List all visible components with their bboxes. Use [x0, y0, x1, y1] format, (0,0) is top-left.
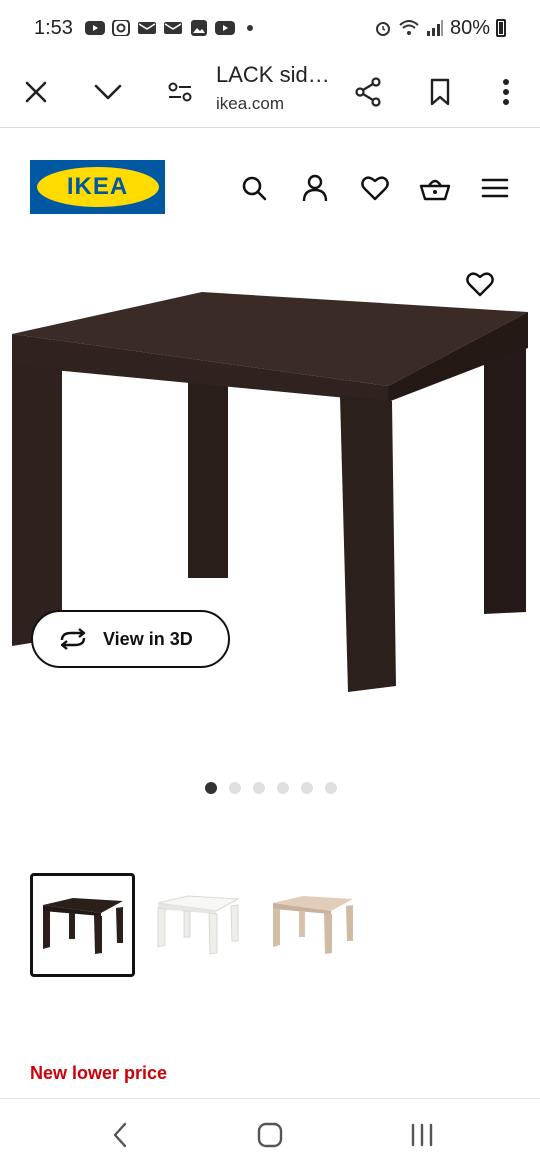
bookmark-icon [430, 78, 450, 106]
back-button[interactable] [100, 1119, 140, 1151]
logo-text: IKEA [66, 173, 129, 200]
variant-white-stained-oak[interactable] [260, 873, 365, 977]
home-icon [257, 1122, 283, 1148]
heart-icon [361, 176, 389, 201]
favourites-button[interactable] [357, 170, 393, 206]
recents-icon [411, 1123, 433, 1147]
view-in-3d-button[interactable]: View in 3D [31, 610, 230, 668]
basket-icon [419, 179, 451, 201]
price-label: New lower price [30, 1063, 168, 1083]
heart-icon [466, 272, 494, 297]
share-button[interactable] [346, 70, 390, 114]
search-icon [242, 176, 267, 201]
more-notifications-icon [246, 25, 253, 31]
search-button[interactable] [236, 170, 272, 206]
signal-icon [426, 20, 443, 36]
status-time: 1:53 [34, 16, 73, 39]
status-bar: 1:53 80% [0, 0, 540, 56]
carousel-dot[interactable] [277, 782, 289, 794]
account-button[interactable] [297, 170, 333, 206]
back-icon [113, 1122, 127, 1148]
variant-white[interactable] [145, 873, 250, 977]
youtube-icon [214, 21, 235, 35]
color-variants [30, 873, 365, 977]
url-box[interactable]: LACK sid… ikea.com [216, 62, 346, 114]
hamburger-menu-icon [481, 178, 509, 198]
system-navigation-bar [0, 1098, 540, 1170]
alarm-icon [375, 22, 390, 36]
menu-button[interactable] [477, 170, 513, 206]
product-image-carousel[interactable]: View in 3D [0, 246, 540, 826]
battery-icon [496, 19, 506, 37]
carousel-indicator [0, 782, 540, 794]
carousel-dot[interactable] [253, 782, 265, 794]
site-header: IKEA [0, 128, 540, 246]
view-in-3d-label: View in 3D [103, 628, 193, 649]
youtube-icon [84, 21, 105, 35]
tune-icon [168, 82, 192, 102]
battery-percentage: 80% [449, 16, 490, 39]
page-settings-button[interactable] [158, 70, 202, 114]
save-to-favourites-button[interactable] [456, 260, 504, 308]
minimize-button[interactable] [86, 70, 130, 114]
variant-thumbnail [272, 896, 353, 954]
gallery-icon [190, 20, 207, 36]
rotate-3d-icon [60, 628, 86, 650]
close-icon [25, 81, 47, 103]
carousel-dot[interactable] [229, 782, 241, 794]
ikea-logo[interactable]: IKEA [30, 160, 165, 214]
ikea-logo-oval: IKEA [36, 167, 159, 207]
share-icon [355, 77, 381, 107]
close-tab-button[interactable] [14, 70, 58, 114]
more-options-button[interactable] [484, 70, 528, 114]
user-icon [302, 174, 328, 202]
wifi-icon [399, 20, 419, 35]
recents-button[interactable] [402, 1119, 442, 1151]
bookmark-button[interactable] [418, 70, 462, 114]
mail-icon [137, 22, 156, 34]
mail-icon [163, 22, 182, 34]
page-title: LACK sid… [216, 62, 330, 87]
shopping-bag-button[interactable] [417, 170, 453, 206]
carousel-dot[interactable] [325, 782, 337, 794]
carousel-dot[interactable] [301, 782, 313, 794]
home-button[interactable] [250, 1119, 290, 1151]
page-domain: ikea.com [216, 94, 285, 113]
browser-toolbar: LACK sid… ikea.com [0, 56, 540, 128]
chevron-down-icon [94, 84, 122, 100]
variant-thumbnail [157, 895, 240, 955]
variant-thumbnail [42, 898, 123, 954]
variant-black-brown[interactable] [30, 873, 135, 977]
more-vertical-icon [503, 79, 509, 105]
carousel-dot[interactable] [205, 782, 217, 794]
instagram-icon [111, 20, 130, 36]
